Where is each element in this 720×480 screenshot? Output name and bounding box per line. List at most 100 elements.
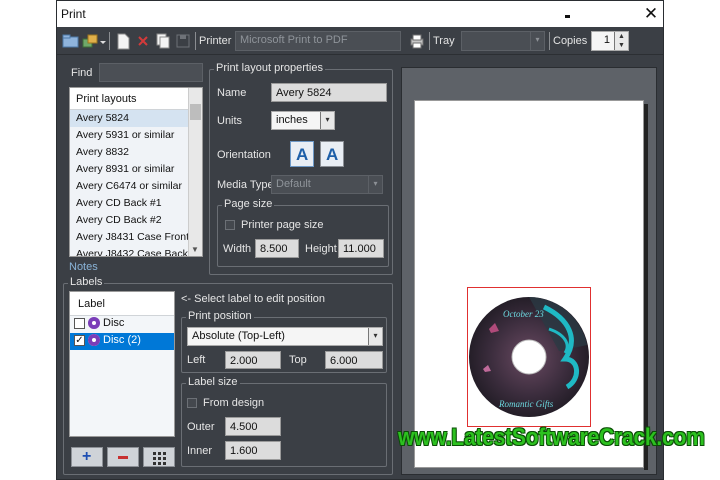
tray-label: Tray <box>433 35 455 47</box>
scroll-down-icon[interactable]: ▼ <box>191 245 199 254</box>
print-dialog: Print ✕ Printer Microsoft Print to PDF T… <box>56 0 664 480</box>
height-label: Height <box>305 243 337 255</box>
top-label: Top <box>289 354 307 366</box>
layout-list-item[interactable]: Avery 8931 or similar <box>70 161 202 178</box>
plus-icon: + <box>82 448 92 465</box>
layout-list-item[interactable]: Avery J8431 Case Front <box>70 229 202 246</box>
inner-input-value: 1.600 <box>230 445 258 457</box>
layout-list-item[interactable]: Avery 5931 or similar <box>70 127 202 144</box>
scroll-thumb[interactable] <box>190 104 201 120</box>
label-checkbox[interactable] <box>74 317 85 329</box>
window-title: Print <box>61 7 86 21</box>
layout-list-item[interactable]: Avery 5824 <box>70 110 202 127</box>
layout-menu-button[interactable] <box>81 31 107 51</box>
landscape-orientation-icon: A <box>326 145 339 164</box>
name-label: Name <box>217 87 247 99</box>
minimize-button[interactable] <box>565 11 573 19</box>
width-input-value: 8.500 <box>260 243 288 255</box>
printer-label: Printer <box>199 35 232 47</box>
printer-properties-button[interactable] <box>407 31 427 51</box>
copies-stepper[interactable]: 1 ▲ ▼ <box>591 31 629 51</box>
position-mode-select[interactable]: Absolute (Top-Left) ▾ <box>187 327 383 346</box>
layout-list-item[interactable]: Avery 8832 <box>70 144 202 161</box>
stepper-arrows-icon[interactable]: ▲ ▼ <box>614 32 628 50</box>
media-type-value: Default <box>276 178 311 190</box>
outer-input[interactable]: 4.500 <box>225 417 281 436</box>
width-label: Width <box>223 243 252 255</box>
portrait-orientation-button[interactable]: A <box>290 141 314 167</box>
label-checkbox[interactable]: ✓ <box>74 334 85 346</box>
tray-select[interactable]: ▾ <box>461 31 545 51</box>
portrait-orientation-icon: A <box>296 145 309 164</box>
preview-page: October 23 Romantic Gifts <box>414 100 644 468</box>
save-icon <box>176 34 190 48</box>
label-size-title: Label size <box>186 376 240 388</box>
media-type-select[interactable]: Default ▾ <box>271 175 383 194</box>
printer-select-value: Microsoft Print to PDF <box>240 34 348 46</box>
delete-layout-button[interactable] <box>133 31 153 51</box>
notes-link[interactable]: Notes <box>69 261 98 273</box>
open-layout-button[interactable] <box>61 31 81 51</box>
select-label-hint: <- Select label to edit position <box>181 293 326 305</box>
label-list-item[interactable]: ✓ Disc (2) <box>70 333 174 350</box>
title-bar: Print ✕ <box>57 1 663 27</box>
name-input[interactable]: Avery 5824 <box>271 83 387 102</box>
layout-list-item[interactable]: Avery CD Back #2 <box>70 212 202 229</box>
top-input[interactable]: 6.000 <box>325 351 383 369</box>
inner-input[interactable]: 1.600 <box>225 441 281 460</box>
toolbar: Printer Microsoft Print to PDF Tray ▾ Co… <box>57 27 663 55</box>
page-size-title: Page size <box>222 198 275 210</box>
layout-group-icon <box>82 34 106 48</box>
label-name: Disc (2) <box>103 334 141 347</box>
left-label: Left <box>187 354 206 366</box>
grid-icon <box>153 452 166 465</box>
outer-input-value: 4.500 <box>230 421 258 433</box>
remove-label-button[interactable] <box>107 447 139 467</box>
printer-page-size-checkbox[interactable] <box>225 220 235 230</box>
media-type-label: Media Type <box>217 179 274 191</box>
inner-label: Inner <box>187 445 213 457</box>
printer-select[interactable]: Microsoft Print to PDF <box>235 31 401 51</box>
layout-list-item[interactable]: Avery J8432 Case Back <box>70 246 202 256</box>
printer-page-size-label: Printer page size <box>241 219 324 231</box>
disc-icon <box>88 317 100 330</box>
orientation-label: Orientation <box>217 149 271 161</box>
layouts-items: Avery 5824 Avery 5931 or similar Avery 883… <box>70 110 202 256</box>
from-design-checkbox[interactable] <box>187 398 197 408</box>
labels-list[interactable]: Label Disc ✓ Disc (2) <box>69 291 175 437</box>
label-list-item[interactable]: Disc <box>70 316 174 333</box>
left-input-value: 2.000 <box>230 355 258 367</box>
layout-list-item[interactable]: Avery C6474 or similar <box>70 178 202 195</box>
chevron-down-icon: ▾ <box>368 176 382 193</box>
find-label: Find <box>71 67 93 79</box>
copy-layout-button[interactable] <box>153 31 173 51</box>
units-select-value: inches <box>276 114 308 126</box>
close-button[interactable]: ✕ <box>641 4 661 24</box>
layouts-scrollbar[interactable]: ▼ <box>188 88 202 256</box>
units-select[interactable]: inches ▾ <box>271 111 335 130</box>
add-label-button[interactable]: + <box>71 447 103 467</box>
print-preview[interactable]: October 23 Romantic Gifts <box>401 67 657 475</box>
width-input[interactable]: 8.500 <box>255 239 299 258</box>
left-input[interactable]: 2.000 <box>225 351 281 369</box>
chevron-down-icon: ▾ <box>530 32 544 50</box>
layout-list-item[interactable]: Avery CD Back #1 <box>70 195 202 212</box>
copy-icon <box>156 33 170 49</box>
save-layout-button[interactable] <box>173 31 193 51</box>
height-input[interactable]: 11.000 <box>338 239 384 258</box>
copies-value: 1 <box>603 34 610 46</box>
layouts-list[interactable]: Print layouts Avery 5824 Avery 5931 or si… <box>69 87 203 257</box>
landscape-orientation-button[interactable]: A <box>320 141 344 167</box>
chevron-down-icon: ▾ <box>368 328 382 345</box>
print-position-title: Print position <box>186 310 254 322</box>
outer-label: Outer <box>187 421 215 433</box>
new-document-icon <box>117 33 130 50</box>
new-layout-button[interactable] <box>113 31 133 51</box>
find-input[interactable] <box>99 63 203 82</box>
labels-list-header: Label <box>70 292 174 316</box>
watermark-text: www.LatestSoftwareCrack.com <box>398 424 705 451</box>
label-grid-button[interactable] <box>143 447 175 467</box>
labels-title: Labels <box>68 276 105 288</box>
minus-icon <box>118 456 128 459</box>
copies-label: Copies <box>553 35 588 47</box>
